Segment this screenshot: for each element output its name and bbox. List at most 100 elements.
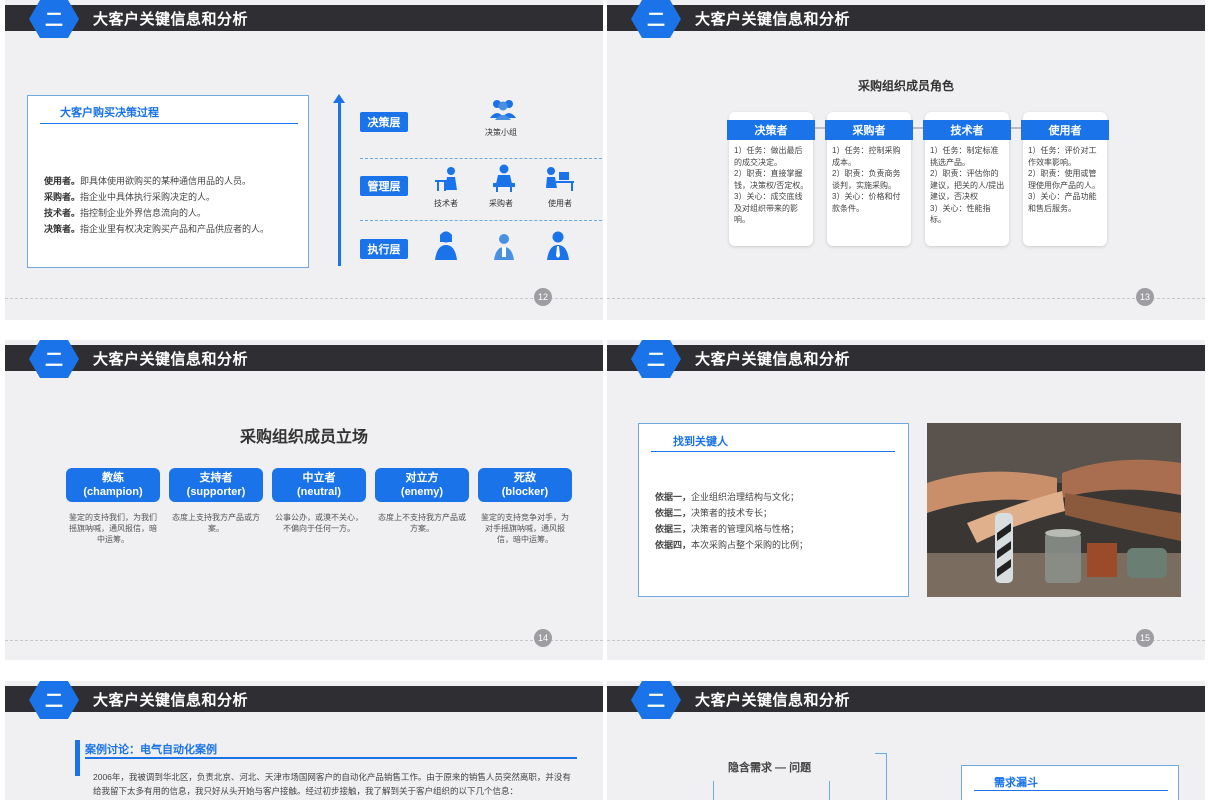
stance-en: (neutral) [297,486,341,498]
decision-group-label: 决策小组 [485,128,517,137]
basis-item: 依据四，本次采购占整个采购的比例； [655,540,809,550]
manager-icon [547,231,569,260]
accent-bar [75,740,80,776]
demand-funnel-box: 需求漏斗 [961,765,1179,800]
header-title: 大客户关键信息和分析 [93,351,249,368]
hidden-need-label: 隐含需求 — 问题 [728,762,812,774]
section-number: 二 [45,10,63,30]
funnel-guide-line [713,781,714,800]
level-management: 管理层 [360,176,408,196]
role-name: 决策者 [727,120,815,140]
definition-decision-maker: 决策者。指企业里有权决定购买产品和产品供应者的人。 [44,224,270,234]
slide-14[interactable]: 大客户关键信息和分析 二 采购组织成员立场 教练 (champion) 鉴定的支持… [5,340,603,660]
slide-header: 大客户关键信息和分析 [607,345,1205,371]
footer-divider [607,640,1205,641]
role-desc: 1）任务：制定标准挑选产品。 2）职责：评估你的建议，把关的人/提出建议，否决权… [930,146,1005,224]
stance-desc: 公事公办，或漠不关心，不偏向于任何一方。 [275,513,363,533]
header-title: 大客户关键信息和分析 [695,351,851,368]
female-worker-icon [435,231,457,260]
footer-divider [5,640,603,641]
slide-title: 采购组织成员立场 [239,429,368,446]
title-underline [85,757,577,759]
stance-en: (blocker) [501,486,549,498]
teamwork-hands-photo [927,423,1181,597]
slide-title: 采购组织成员角色 [857,79,954,93]
stance-en: (enemy) [400,486,444,498]
slide-16[interactable]: 大客户关键信息和分析 二 案例讨论：电气自动化案例 2006年，我被调到华北区，… [5,681,603,800]
box-title: 找到关键人 [673,436,728,448]
bracket-line [875,753,887,800]
stance-cn: 死敌 [514,472,536,484]
slide-header: 大客户关键信息和分析 [5,345,603,371]
box-title: 需求漏斗 [994,777,1038,789]
stance-desc: 鉴定的支持我们，为我们摇旗呐喊，通风报信，暗中运筹。 [69,513,157,544]
section-number: 二 [647,691,665,711]
definition-buyer: 采购者。指企业中具体执行采购决定的人。 [44,192,216,202]
slide-header: 大客户关键信息和分析 [5,686,603,712]
role-card-technician: 技术者 1）任务：制定标准挑选产品。 2）职责：评估你的建议，把关的人/提出建议… [923,112,1011,246]
basis-item: 依据一，企业组织治理结构与文化； [655,492,800,502]
hierarchy-axis [338,100,341,266]
role-card-user: 使用者 1）任务：评价对工作效率影响。 2）职责：使用或管理使用你产品的人。 3… [1021,112,1109,246]
slide-13[interactable]: 大客户关键信息和分析 二 采购组织成员角色 决策者 1）任务：做出最后的成交决定… [607,0,1205,320]
page-number: 15 [1136,629,1154,647]
footer-divider [607,298,1205,299]
role-label-buyer: 采购者 [489,199,513,208]
page-number: 14 [534,629,552,647]
slide-header: 大客户关键信息和分析 [607,5,1205,31]
section-number: 二 [647,10,665,30]
definition-user: 使用者。即具体使用欲购买的某种通信用品的人员。 [44,176,252,186]
stance-enemy: 对立方 (enemy) [375,468,469,502]
title-underline [40,123,298,124]
role-name: 使用者 [1021,120,1109,140]
title-underline [974,790,1168,791]
stance-cn: 中立者 [302,472,336,484]
title-underline [651,451,895,452]
stance-supporter: 支持者 (supporter) [169,468,263,502]
section-number: 二 [45,350,63,370]
user-at-desk-icon [546,167,574,191]
level-decision: 决策层 [360,112,408,132]
stance-cn: 教练 [102,472,124,484]
role-desc: 1）任务：做出最后的成交决定。 2）职责：直接掌握钱，决策权/否定权。 3）关心… [734,146,809,224]
box-title: 大客户购买决策过程 [60,107,159,119]
section-number: 二 [647,350,665,370]
slide-17[interactable]: 大客户关键信息和分析 二 隐含需求 — 问题 需求漏斗 [607,681,1205,800]
basis-item: 依据二，决策者的技术专长； [655,508,773,518]
stance-en: (supporter) [186,486,246,498]
header-title: 大客户关键信息和分析 [695,11,851,28]
level-divider [360,158,602,159]
role-label-technician: 技术者 [434,199,458,208]
role-desc: 1）任务：控制采购成本。 2）职责：负责商务谈判，实施采购。 3）关心：价格和付… [832,146,901,213]
stance-champion: 教练 (champion) [66,468,160,502]
role-desc: 1）任务：评价对工作效率影响。 2）职责：使用或管理使用你产品的人。 3）关心：… [1028,146,1100,213]
stance-desc: 鉴定的支持竞争对手，为对手摇旗呐喊，通风报信，暗中运筹。 [481,513,569,544]
stance-desc: 态度上不支持我方产品或方案。 [378,513,466,533]
slide-header: 大客户关键信息和分析 [5,5,603,31]
buyer-icon [493,164,515,192]
role-card-decision-maker: 决策者 1）任务：做出最后的成交决定。 2）职责：直接掌握钱，决策权/否定权。 … [727,112,815,246]
stance-blocker: 死敌 (blocker) [478,468,572,502]
stance-desc: 态度上支持我方产品或方案。 [172,513,260,533]
section-number: 二 [45,691,63,711]
decision-process-box: 大客户购买决策过程 使用者。即具体使用欲购买的某种通信用品的人员。 采购者。指企… [27,95,309,268]
stance-cn: 对立方 [405,472,439,484]
role-name: 采购者 [825,120,913,140]
header-title: 大客户关键信息和分析 [93,11,249,28]
stance-en: (champion) [83,486,143,498]
slide-header: 大客户关键信息和分析 [607,686,1205,712]
role-name: 技术者 [923,120,1011,140]
slide-15[interactable]: 大客户关键信息和分析 二 找到关键人 依据一，企业组织治理结构与文化； 依据二，… [607,340,1205,660]
technician-icon [435,167,457,191]
funnel-guide-line [829,781,830,800]
definition-technician: 技术者。指控制企业外界信息流向的人。 [44,208,207,218]
group-icon [490,100,516,120]
role-card-buyer: 采购者 1）任务：控制采购成本。 2）职责：负责商务谈判，实施采购。 3）关心：… [825,112,913,246]
slide-12[interactable]: 大客户关键信息和分析 二 大客户购买决策过程 使用者。即具体使用欲购买的某种通信… [5,0,603,320]
level-divider [360,220,602,221]
case-title: 案例讨论：电气自动化案例 [85,744,217,756]
stance-neutral: 中立者 (neutral) [272,468,366,502]
stance-cn: 支持者 [199,472,233,484]
role-label-user: 使用者 [548,199,572,208]
page-number: 12 [534,288,552,306]
